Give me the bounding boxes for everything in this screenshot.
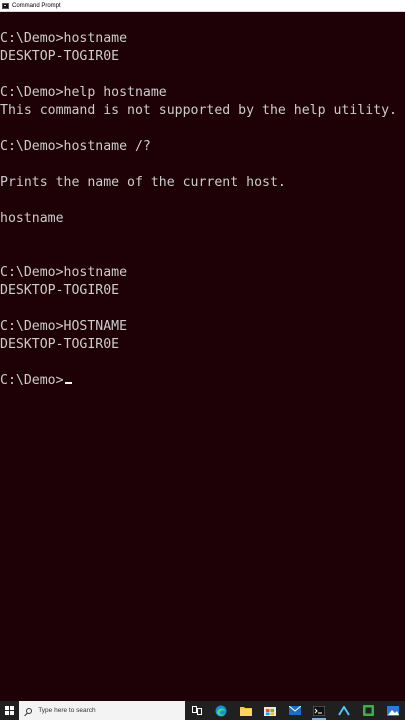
console-line: DESKTOP-TOGIR0E (0, 49, 120, 64)
console-line: C:\Demo>help hostname (0, 85, 167, 100)
edge-icon (215, 705, 227, 716)
window-title: Command Prompt (12, 2, 61, 9)
task-view-button[interactable] (185, 701, 210, 720)
arc-app-button[interactable] (332, 701, 357, 720)
taskbar: Type here to search (0, 701, 405, 720)
search-icon (26, 707, 33, 714)
text-cursor (64, 382, 72, 384)
mail-icon (288, 706, 301, 715)
taskbar-search[interactable]: Type here to search (19, 701, 185, 720)
console-output[interactable]: C:\Demo>hostname DESKTOP-TOGIR0E C:\Demo… (0, 12, 405, 701)
console-line: This command is not supported by the hel… (0, 103, 397, 118)
console-line: Prints the name of the current host. (0, 175, 286, 190)
green-app-icon (362, 705, 374, 716)
store-button[interactable] (258, 701, 283, 720)
cmd-icon (2, 2, 9, 9)
file-explorer-icon (239, 706, 252, 716)
search-placeholder: Type here to search (38, 707, 96, 714)
title-bar[interactable]: Command Prompt (0, 0, 405, 12)
store-icon (264, 707, 277, 716)
task-view-icon (191, 706, 202, 715)
console-line: C:\Demo>hostname /? (0, 139, 151, 154)
arc-icon (337, 705, 350, 716)
console-line: C:\Demo>HOSTNAME (0, 319, 128, 334)
console-line: C:\Demo>hostname (0, 31, 128, 46)
terminal-button[interactable] (307, 701, 332, 720)
taskbar-pinned-apps (185, 701, 405, 720)
green-app-button[interactable] (356, 701, 381, 720)
command-prompt-window: Command Prompt C:\Demo>hostname DESKTOP-… (0, 0, 405, 701)
prompt-line[interactable]: C:\Demo> (0, 372, 405, 390)
console-line: DESKTOP-TOGIR0E (0, 283, 120, 298)
console-line: C:\Demo>hostname (0, 265, 128, 280)
terminal-icon (313, 705, 326, 716)
photos-icon (386, 705, 399, 716)
prompt-text: C:\Demo> (0, 373, 64, 388)
mail-button[interactable] (283, 701, 308, 720)
edge-button[interactable] (209, 701, 234, 720)
photos-button[interactable] (381, 701, 405, 720)
console-line: DESKTOP-TOGIR0E (0, 337, 120, 352)
windows-start-icon (5, 706, 15, 715)
start-button[interactable] (0, 701, 19, 720)
file-explorer-button[interactable] (234, 701, 259, 720)
console-line: hostname (0, 211, 64, 226)
